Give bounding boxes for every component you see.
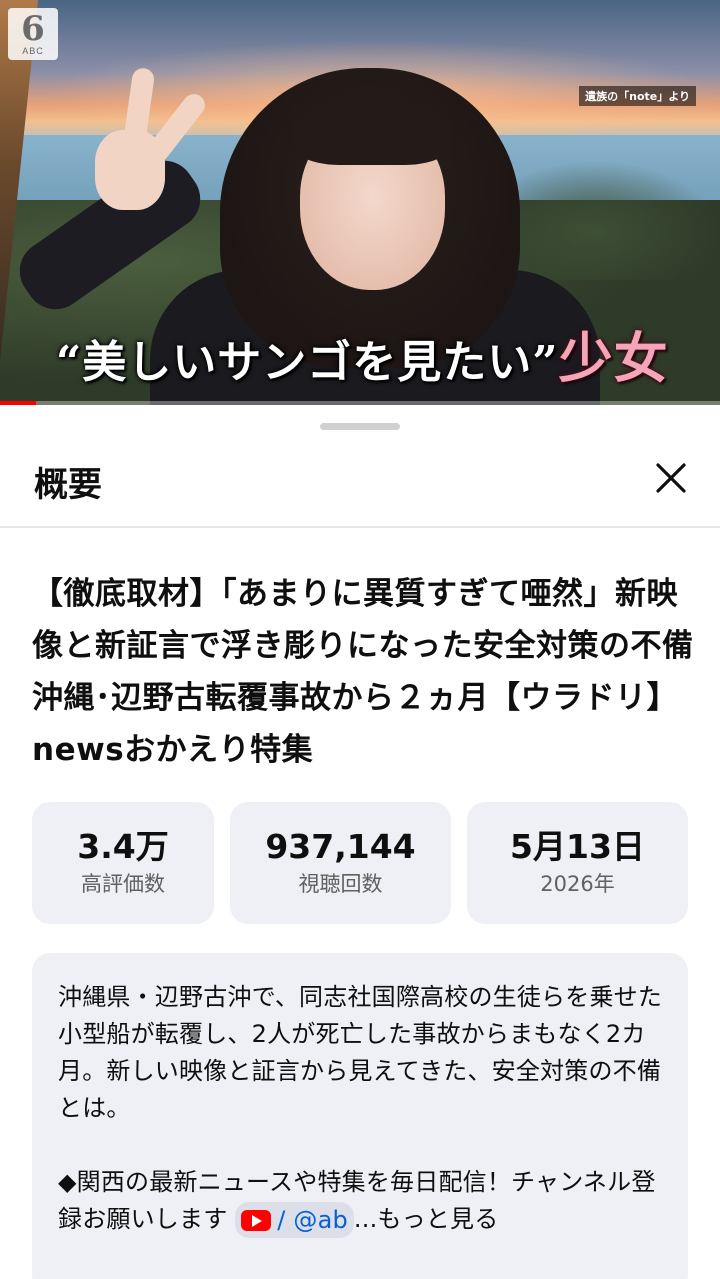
description-sheet: 概要 【徹底取材】「あまりに異質すぎて唖然」新映像と新証言で浮き彫りになった安全… xyxy=(0,405,720,1279)
likes-label: 高評価数 xyxy=(81,872,165,896)
likes-stat: 3.4万 高評価数 xyxy=(32,802,214,924)
youtube-icon xyxy=(241,1209,272,1231)
description-content: 【徹底取材】「あまりに異質すぎて唖然」新映像と新証言で浮き彫りになった安全対策の… xyxy=(0,528,720,1279)
video-player[interactable]: 6 ABC 遺族の「note」より “美しいサンゴを見たい”少女 xyxy=(0,0,720,405)
caption-main: “美しいサンゴを見たい” xyxy=(56,337,559,388)
close-icon xyxy=(656,463,686,493)
drag-handle[interactable] xyxy=(320,423,400,430)
video-title: 【徹底取材】「あまりに異質すぎて唖然」新映像と新証言で浮き彫りになった安全対策の… xyxy=(32,576,720,768)
date-value: 5月13日 xyxy=(510,827,645,866)
logo-text: ABC xyxy=(22,46,44,56)
channel-logo: 6 ABC xyxy=(8,8,58,60)
views-stat: 937,144 視聴回数 xyxy=(230,802,451,924)
sheet-title: 概要 xyxy=(34,465,102,505)
description-paragraph: ◆関西の最新ニュースや特集を毎日配信！チャンネル登録お願いします / @ab .… xyxy=(58,1164,664,1238)
channel-link-chip[interactable]: / @ab xyxy=(235,1202,354,1238)
date-stat: 5月13日 2026年 xyxy=(467,802,688,924)
video-caption: “美しいサンゴを見たい”少女 xyxy=(56,322,669,394)
stats-row: 3.4万 高評価数 937,144 視聴回数 5月13日 2026年 xyxy=(32,802,688,926)
logo-number: 6 xyxy=(21,9,45,49)
person-hand xyxy=(95,130,165,210)
views-value: 937,144 xyxy=(265,827,416,866)
description-box[interactable]: 沖縄県・辺野古沖で、同志社国際高校の生徒らを乗せた小型船が転覆し、2人が死亡した… xyxy=(32,953,688,1279)
show-more-button[interactable]: もっと見る xyxy=(377,1205,498,1233)
person-bangs xyxy=(292,95,452,165)
description-paragraph: 沖縄県・辺野古沖で、同志社国際高校の生徒らを乗せた小型船が転覆し、2人が死亡した… xyxy=(58,983,663,1122)
caption-accent: 少女 xyxy=(558,326,669,390)
channel-link-text: / @ab xyxy=(277,1205,348,1234)
views-label: 視聴回数 xyxy=(298,872,383,896)
likes-value: 3.4万 xyxy=(77,827,169,866)
date-label: 2026年 xyxy=(540,872,615,896)
close-button[interactable] xyxy=(648,455,694,501)
source-tag: 遺族の「note」より xyxy=(579,86,696,106)
ellipsis: ... xyxy=(353,1205,378,1233)
